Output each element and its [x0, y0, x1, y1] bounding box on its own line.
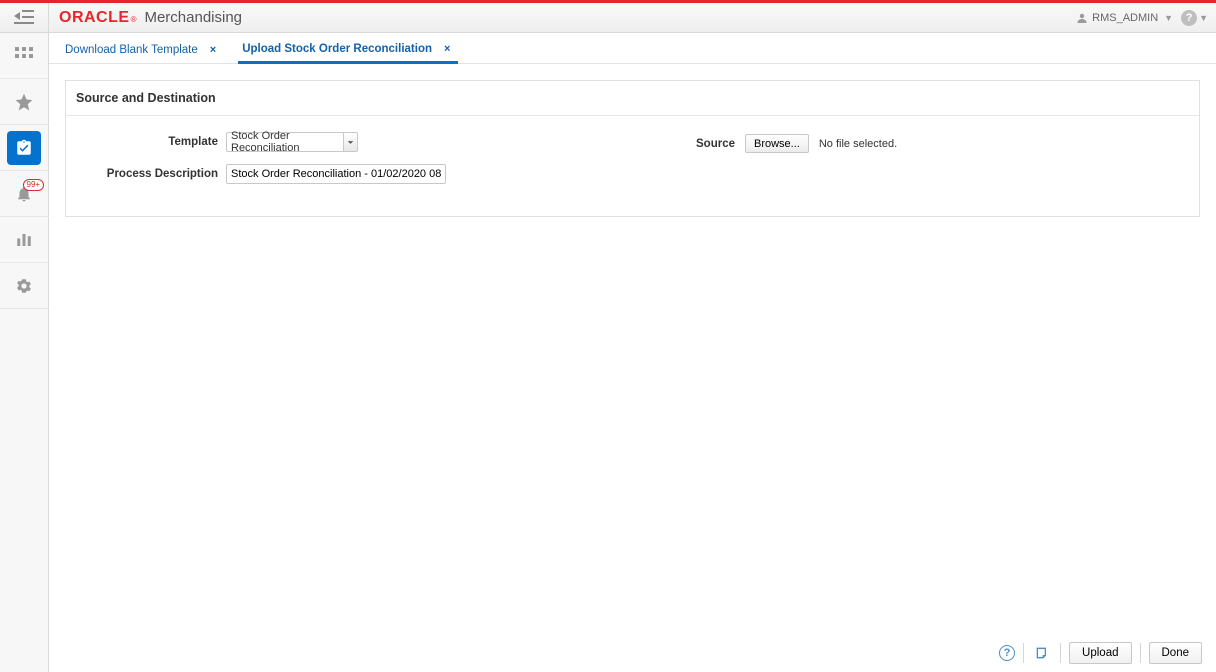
help-button[interactable]: ?: [1181, 10, 1197, 26]
tabstrip: Download Blank Template × Upload Stock O…: [49, 33, 1216, 64]
source-label: Source: [696, 138, 735, 150]
rail-tasks[interactable]: [0, 125, 49, 171]
panel-title: Source and Destination: [66, 81, 1199, 116]
rail-favorites[interactable]: [0, 79, 49, 125]
chevron-down-icon: [347, 139, 354, 146]
main-menu-toggle[interactable]: [0, 3, 49, 33]
footer-toolbar: ? Upload Done: [999, 642, 1202, 664]
upload-button[interactable]: Upload: [1069, 642, 1131, 664]
done-button[interactable]: Done: [1149, 642, 1203, 664]
footer-help-button[interactable]: ?: [999, 645, 1015, 661]
brand-reg-mark: ®: [131, 15, 137, 24]
tab-label: Upload Stock Order Reconciliation: [242, 43, 432, 55]
template-select[interactable]: Stock Order Reconciliation: [226, 132, 344, 152]
browse-button[interactable]: Browse...: [745, 134, 809, 153]
no-file-selected-text: No file selected.: [819, 138, 897, 150]
tab-download-blank-template[interactable]: Download Blank Template ×: [61, 40, 224, 62]
process-description-input[interactable]: [226, 164, 446, 184]
tab-label: Download Blank Template: [65, 44, 198, 56]
rail-notifications[interactable]: 99+: [0, 171, 49, 217]
header: ORACLE ® Merchandising RMS_ADMIN ▼ ? ▼: [0, 3, 1216, 33]
oracle-logo: ORACLE ®: [59, 9, 136, 27]
rail-apps[interactable]: [0, 33, 49, 79]
rail-settings[interactable]: [0, 263, 49, 309]
brand-wordmark: ORACLE: [59, 9, 130, 27]
template-select-dropdown-button[interactable]: [344, 132, 358, 152]
template-label: Template: [76, 136, 226, 148]
tab-close-icon[interactable]: ×: [440, 43, 454, 55]
user-icon: [1076, 12, 1088, 24]
rail-reports[interactable]: [0, 217, 49, 263]
help-chevron-down-icon: ▼: [1199, 13, 1208, 23]
notif-badge: 99+: [23, 179, 45, 191]
tab-close-icon[interactable]: ×: [206, 44, 220, 56]
main-area: Download Blank Template × Upload Stock O…: [49, 33, 1216, 672]
template-select-value: Stock Order Reconciliation: [231, 130, 339, 154]
user-name: RMS_ADMIN: [1092, 12, 1158, 24]
tab-upload-stock-order-reconciliation[interactable]: Upload Stock Order Reconciliation ×: [238, 39, 458, 64]
user-menu[interactable]: RMS_ADMIN ▼: [1076, 12, 1173, 24]
process-description-label: Process Description: [76, 168, 226, 180]
app-title: Merchandising: [144, 9, 242, 26]
chevron-down-icon: ▼: [1164, 13, 1173, 23]
footer-note-button[interactable]: [1032, 643, 1052, 663]
source-destination-panel: Source and Destination Template Stock Or…: [65, 80, 1200, 217]
side-rail: 99+: [0, 33, 49, 672]
